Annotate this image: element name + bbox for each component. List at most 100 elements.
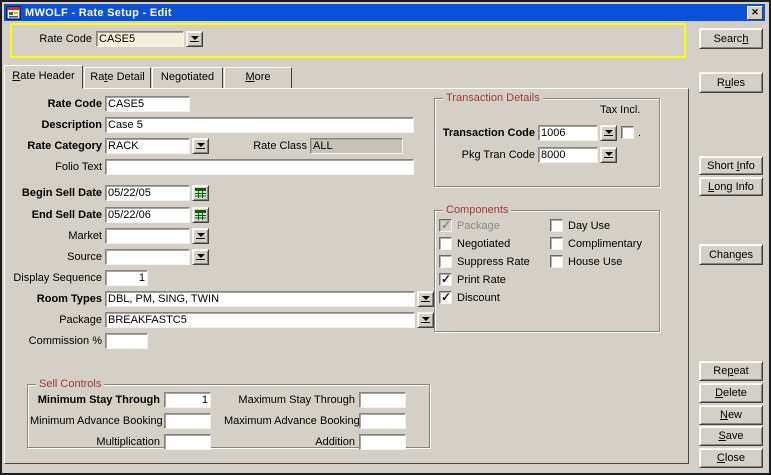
market-input[interactable] [105,228,190,244]
day-use-checkbox-label: Day Use [568,220,610,232]
commission-input[interactable] [105,333,148,349]
min-adv-booking-input[interactable] [164,413,211,429]
short-info-button[interactable]: Short Info [699,156,763,175]
component-negotiated: Negotiated [439,237,510,250]
app-icon [6,6,21,20]
title-bar: MWOLF - Rate Setup - Edit ✕ [4,4,765,21]
suppress-rate-checkbox-label: Suppress Rate [457,256,530,268]
end-sell-date-calendar-button[interactable] [192,207,209,223]
end-sell-date-label: End Sell Date [7,208,102,224]
print-rate-checkbox[interactable] [439,273,452,286]
negotiated-checkbox[interactable] [439,237,452,250]
transaction-code-input[interactable] [538,125,598,141]
max-stay-input[interactable] [359,392,406,408]
room-types-lov-button[interactable] [417,291,434,307]
discount-checkbox-label: Discount [457,292,500,304]
folio-text-input[interactable] [105,159,414,175]
begin-sell-date-label: Begin Sell Date [7,186,102,202]
package-input[interactable] [105,312,415,328]
room-types-label: Room Types [7,292,102,308]
pkg-tran-code-lov-button[interactable] [600,147,617,163]
tab-rate-detail[interactable]: Rate Detail [84,67,151,88]
topbar-rate-code-label: Rate Code [32,32,92,48]
dropdown-arrow-icon [604,152,613,158]
long-info-button[interactable]: Long Info [699,177,763,196]
tab-more[interactable]: More [224,67,292,88]
calendar-icon [195,188,206,198]
dropdown-arrow-icon [196,254,205,260]
min-stay-input[interactable] [164,392,211,408]
tab-rate-header[interactable]: Rate Header [4,65,83,89]
changes-button-label: Changes [709,249,753,261]
close-button[interactable]: Close [699,448,763,468]
rate-class-label: Rate Class [217,139,307,155]
rate-class-field [310,138,403,154]
component-day-use: Day Use [550,219,610,232]
source-lov-button[interactable] [192,249,209,265]
negotiated-checkbox-label: Negotiated [457,238,510,250]
rate-setup-window: MWOLF - Rate Setup - Edit ✕ Rate Code Ra… [0,0,771,475]
repeat-button-label: Repeat [713,365,748,377]
topbar-rate-code-input[interactable] [96,31,184,47]
tab-rate-header-label: Rate Header [12,70,74,82]
changes-button[interactable]: Changes [699,244,763,265]
component-package: Package [439,219,500,232]
dropdown-arrow-icon [196,233,205,239]
new-button[interactable]: New [699,405,763,425]
tab-negotiated[interactable]: Negotiated [152,67,223,88]
close-button-label: Close [717,452,745,464]
package-field-label: Package [7,313,102,329]
multiplication-input[interactable] [164,434,211,450]
source-input[interactable] [105,249,190,265]
begin-sell-date-calendar-button[interactable] [192,185,209,201]
rules-button[interactable]: Rules [699,72,763,93]
house-use-checkbox[interactable] [550,255,563,268]
day-use-checkbox[interactable] [550,219,563,232]
description-input[interactable] [105,117,414,133]
dropdown-arrow-icon [190,36,199,42]
market-label: Market [7,229,102,245]
pkg-tran-code-label: Pkg Tran Code [437,148,535,164]
topbar-rate-code-lov-button[interactable] [186,31,203,47]
market-lov-button[interactable] [192,228,209,244]
max-adv-booking-input[interactable] [359,413,406,429]
tab-more-label: More [245,71,270,83]
delete-button[interactable]: Delete [699,383,763,403]
tax-incl-checkbox[interactable] [621,126,634,139]
rate-category-input[interactable] [105,138,190,154]
rules-button-label: Rules [717,77,745,89]
max-stay-label: Maximum Stay Through [224,393,355,409]
package-checkbox[interactable] [439,219,452,232]
tax-incl-period: . [638,126,644,142]
repeat-button[interactable]: Repeat [699,361,763,381]
commission-label: Commission % [7,334,102,350]
components-title: Components [443,204,511,216]
save-button[interactable]: Save [699,426,763,446]
pkg-tran-code-input[interactable] [538,147,598,163]
calendar-icon [195,210,206,220]
component-complimentary: Complimentary [550,237,642,250]
window-title: MWOLF - Rate Setup - Edit [25,7,172,19]
room-types-input[interactable] [105,291,415,307]
source-label: Source [7,250,102,266]
search-button[interactable]: Search [699,28,763,49]
discount-checkbox[interactable] [439,291,452,304]
end-sell-date-input[interactable] [105,207,190,223]
component-print-rate: Print Rate [439,273,506,286]
display-sequence-input[interactable] [105,270,148,286]
begin-sell-date-input[interactable] [105,185,190,201]
transaction-code-lov-button[interactable] [600,125,617,141]
max-adv-booking-label: Maximum Advance Booking [224,414,355,430]
transaction-details-title: Transaction Details [443,92,543,104]
package-lov-button[interactable] [417,312,434,328]
close-icon[interactable]: ✕ [747,6,763,20]
dropdown-arrow-icon [604,130,613,136]
addition-input[interactable] [359,434,406,450]
suppress-rate-checkbox[interactable] [439,255,452,268]
complimentary-checkbox[interactable] [550,237,563,250]
component-house-use: House Use [550,255,622,268]
display-sequence-label: Display Sequence [7,271,102,287]
rate-category-lov-button[interactable] [192,138,209,154]
rate-code-input[interactable] [105,96,190,112]
tab-rate-detail-label: Rate Detail [90,71,144,83]
